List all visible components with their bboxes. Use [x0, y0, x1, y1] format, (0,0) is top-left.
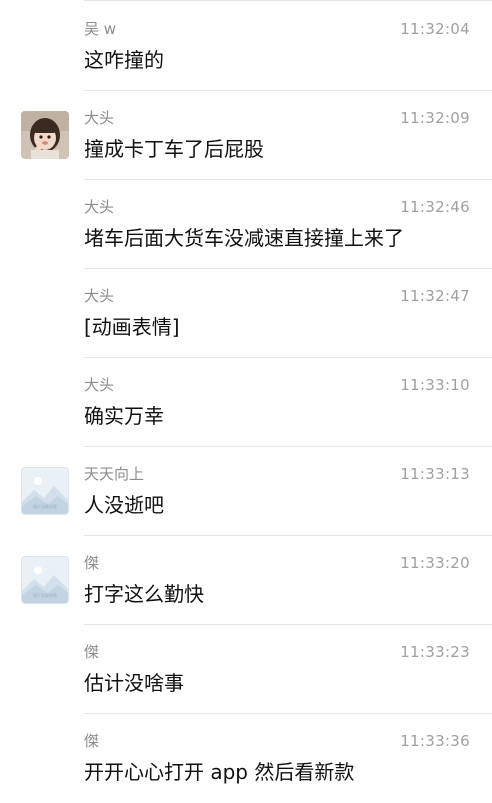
- child-photo-avatar-icon: [21, 111, 69, 159]
- placeholder-caption: 图片加载失败: [33, 504, 57, 509]
- sender-name: 大头: [84, 198, 115, 216]
- sender-name: 大头: [84, 109, 115, 127]
- message-text: 撞成卡丁车了后屁股: [84, 137, 264, 161]
- message-time: 11:33:36: [400, 732, 470, 750]
- message-time: 11:32:09: [400, 109, 470, 127]
- chat-record-item[interactable]: 大头 11:32:09 撞成卡丁车了后屁股: [0, 91, 492, 180]
- sender-name: 大头: [84, 376, 115, 394]
- message-text: 确实万幸: [84, 404, 164, 428]
- avatar[interactable]: 图片加载失败: [21, 467, 69, 515]
- placeholder-caption: 图片加载失败: [33, 593, 57, 598]
- message-text: 打字这么勤快: [84, 582, 204, 606]
- avatar[interactable]: [21, 111, 69, 159]
- message-time: 11:33:23: [400, 643, 470, 661]
- chat-record-item[interactable]: 图片加载失败 天天向上 11:33:13 人没逝吧: [0, 447, 492, 536]
- message-time: 11:33:20: [400, 554, 470, 572]
- message-text: 堵车后面大货车没减速直接撞上来了: [84, 226, 404, 250]
- message-text: [动画表情]: [84, 315, 180, 339]
- sender-name: 大头: [84, 287, 115, 305]
- message-text: 开开心心打开 app 然后看新款: [84, 760, 355, 784]
- chat-record-item[interactable]: 大头 11:32:47 [动画表情]: [0, 269, 492, 358]
- avatar[interactable]: 图片加载失败: [21, 556, 69, 604]
- chat-record-item[interactable]: 大头 11:32:46 堵车后面大货车没减速直接撞上来了: [0, 180, 492, 269]
- sender-name: 傑: [84, 643, 100, 661]
- message-time: 11:32:46: [400, 198, 470, 216]
- top-divider: [84, 0, 492, 1]
- message-time: 11:33:13: [400, 465, 470, 483]
- chat-record-item[interactable]: 大头 11:33:10 确实万幸: [0, 358, 492, 447]
- chat-record-item[interactable]: 傑 11:33:36 开开心心打开 app 然后看新款: [0, 714, 492, 803]
- message-text: 这咋撞的: [84, 48, 164, 72]
- sender-name: 傑: [84, 554, 100, 572]
- chat-record-item[interactable]: 图片加载失败 傑 11:33:20 打字这么勤快: [0, 536, 492, 625]
- sender-name: 天天向上: [84, 465, 145, 483]
- chat-record-item[interactable]: 吴 w 11:32:04 这咋撞的: [0, 2, 492, 91]
- sender-name: 傑: [84, 732, 100, 750]
- message-time: 11:33:10: [400, 376, 470, 394]
- message-time: 11:32:04: [400, 20, 470, 38]
- message-time: 11:32:47: [400, 287, 470, 305]
- sender-name: 吴 w: [84, 20, 117, 38]
- chat-record-item[interactable]: 傑 11:33:23 估计没啥事: [0, 625, 492, 714]
- message-text: 估计没啥事: [84, 671, 184, 695]
- message-text: 人没逝吧: [84, 493, 164, 517]
